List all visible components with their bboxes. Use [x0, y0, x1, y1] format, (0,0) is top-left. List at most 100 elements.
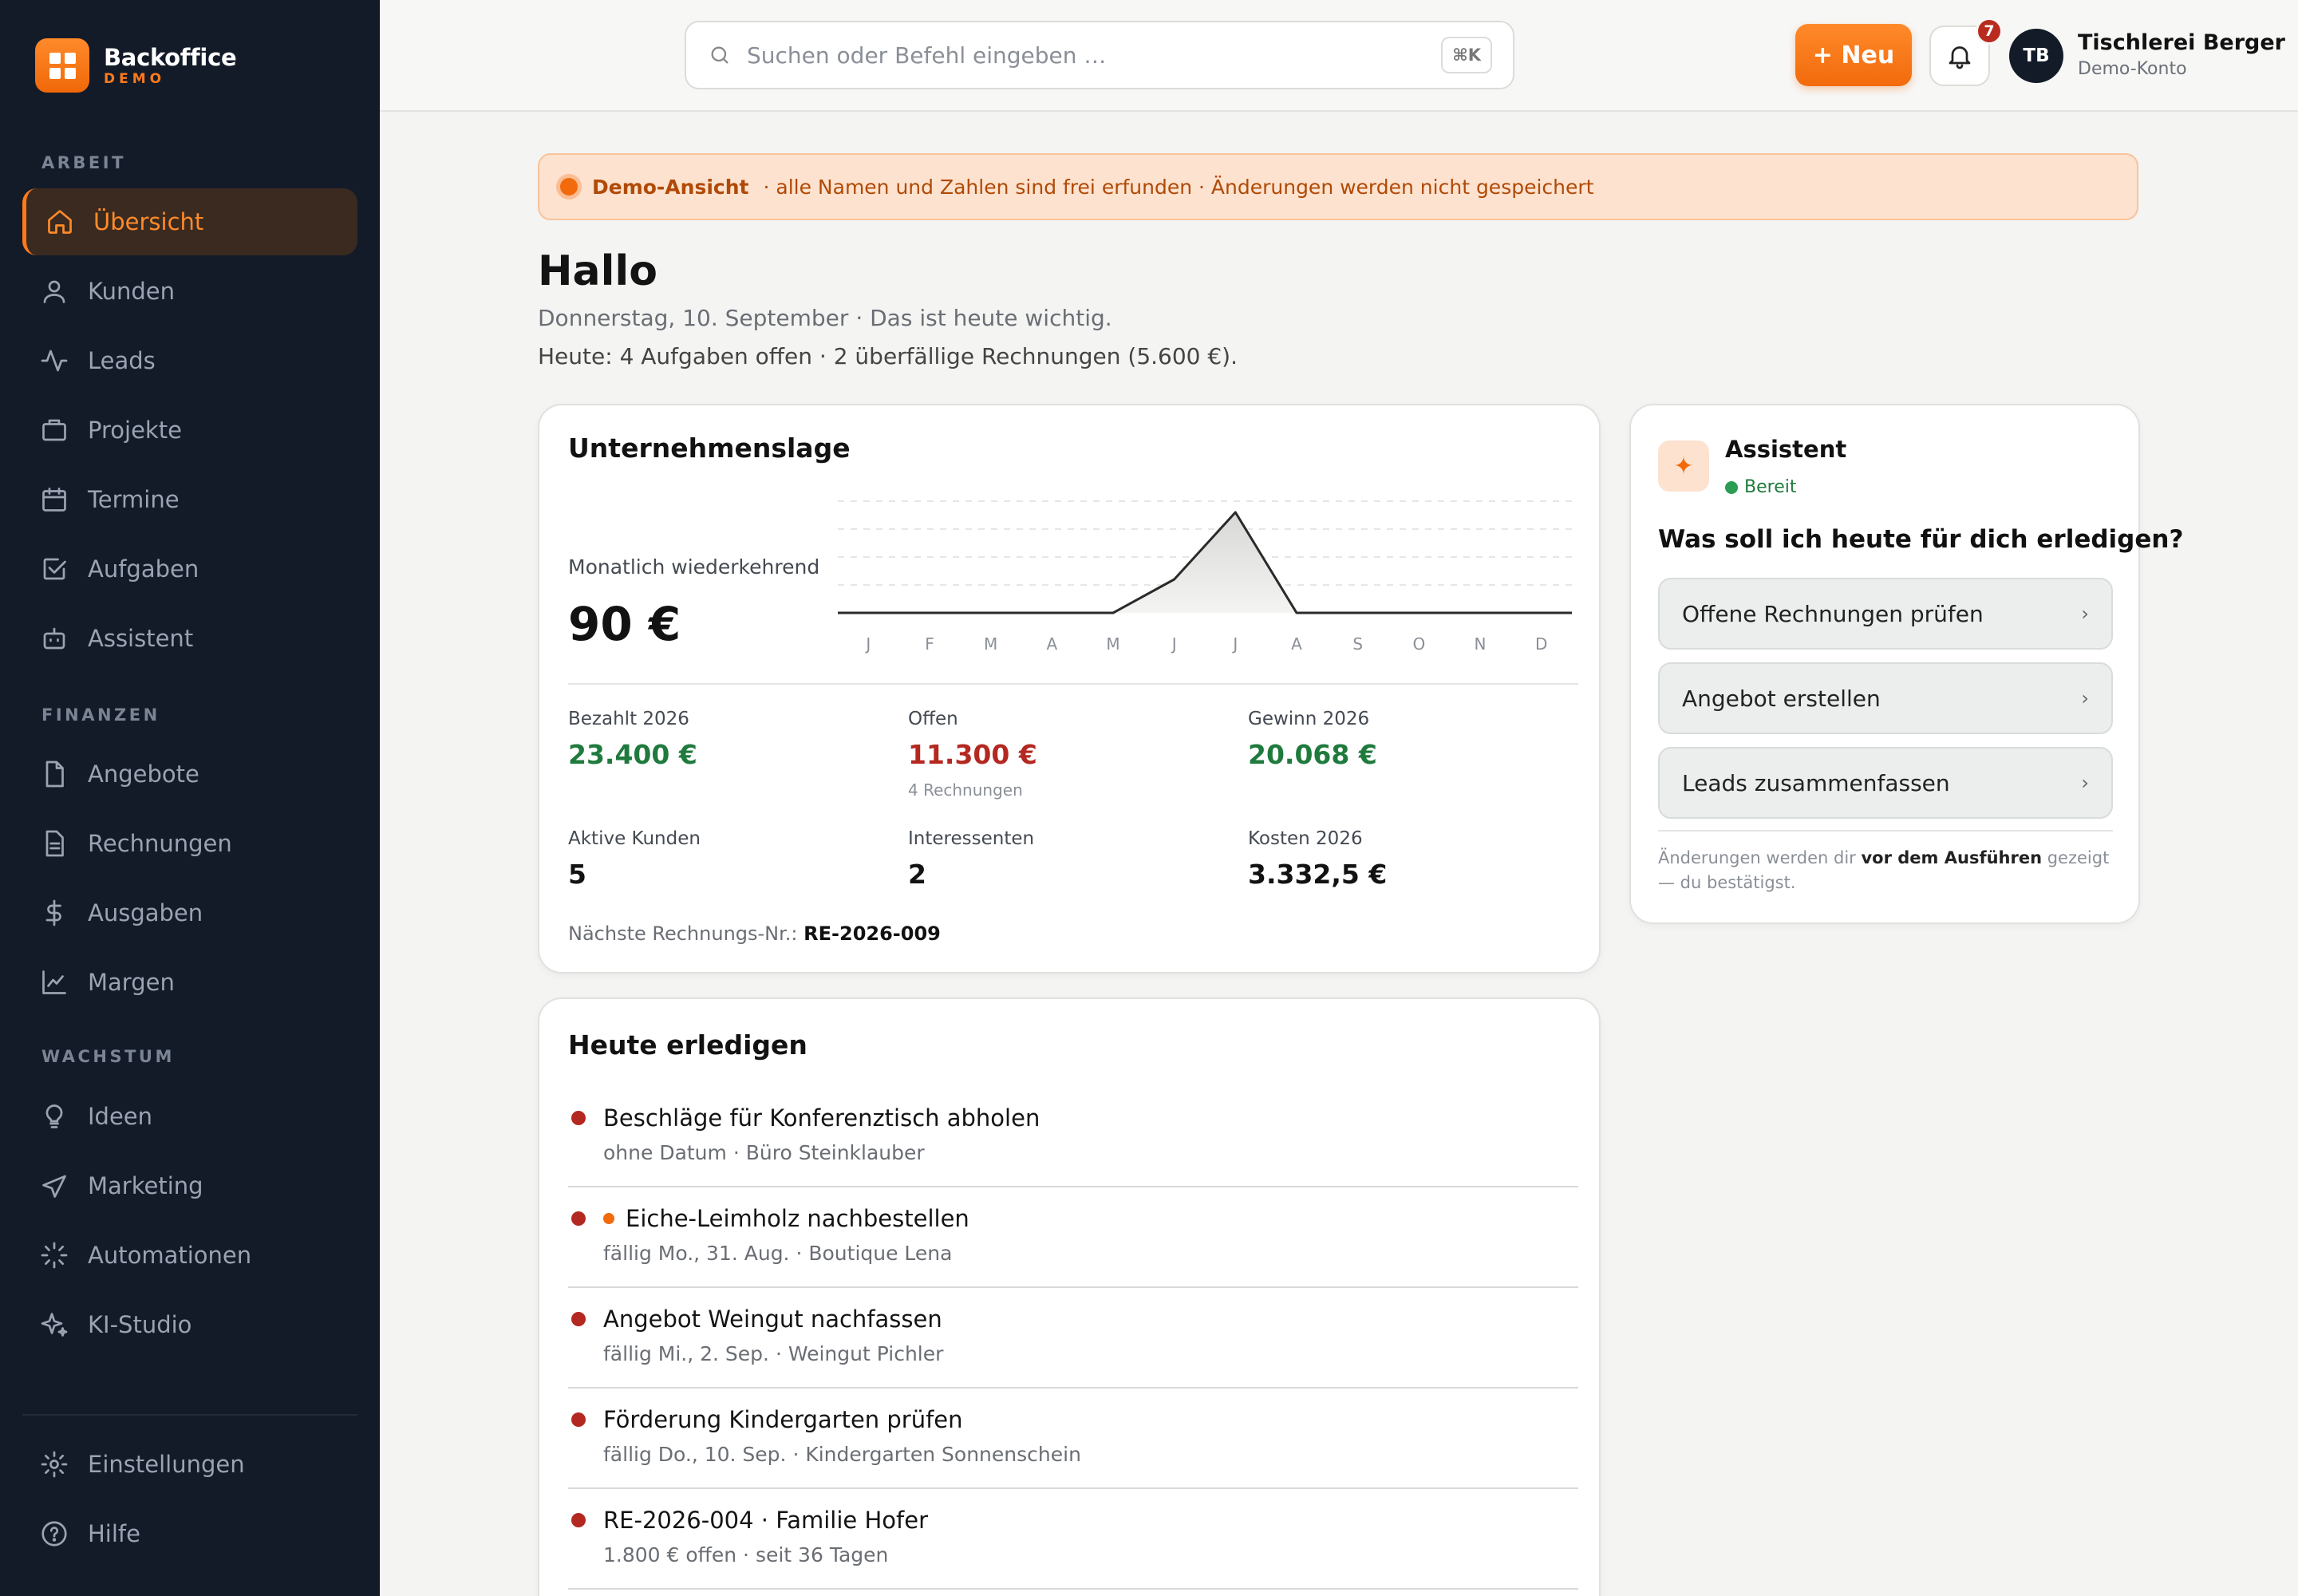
chevron-right-icon: ›	[2081, 772, 2089, 794]
task-meta: ohne Datum · Büro Steinklauber	[603, 1141, 925, 1164]
task-item[interactable]: RE-2026-004 · Familie Hofer 1.800 € offe…	[568, 1489, 1578, 1590]
sidebar-item-aufgaben[interactable]: Aufgaben	[22, 535, 357, 602]
sidebar-item-marketing[interactable]: Marketing	[22, 1152, 357, 1219]
demo-banner: Demo-Ansicht · alle Namen und Zahlen sin…	[538, 153, 2138, 220]
mrr-value: 90 €	[568, 597, 681, 651]
account-subtitle: Demo-Konto	[2078, 59, 2187, 79]
task-item[interactable]: Förderung Kindergarten prüfen fällig Do.…	[568, 1389, 1578, 1489]
sidebar-item-termine[interactable]: Termine	[22, 466, 357, 533]
overview-card: Unternehmenslage Monatlich wiederkehrend…	[538, 404, 1601, 974]
page-subtitle: Donnerstag, 10. September · Das ist heut…	[538, 305, 1112, 331]
sidebar-item-label: Marketing	[88, 1172, 203, 1199]
sidebar-item-label: Termine	[88, 486, 180, 513]
chevron-right-icon: ›	[2081, 687, 2089, 709]
avatar[interactable]: TB	[2009, 29, 2063, 83]
sidebar-item-label: KI-Studio	[88, 1311, 192, 1338]
task-title: RE-2026-004 · Familie Hofer	[603, 1507, 928, 1534]
sidebar-item-margen[interactable]: Margen	[22, 949, 357, 1016]
search-box[interactable]: ⌘K	[685, 21, 1514, 89]
sidebar-item-automationen[interactable]: Automationen	[22, 1222, 357, 1289]
sidebar-item-label: Assistent	[88, 625, 194, 652]
sparkle-icon: ✦	[1658, 440, 1709, 492]
next-invoice-value: RE-2026-009	[804, 922, 941, 945]
kpi-note-open: 4 Rechnungen	[908, 780, 1023, 800]
calendar-icon	[42, 488, 66, 512]
action-summarize-leads-button[interactable]: Leads zusammenfassen ›	[1658, 747, 2113, 819]
tasks-title: Heute erledigen	[568, 1029, 807, 1061]
assistant-card: ✦ Assistent Bereit Was soll ich heute fü…	[1629, 404, 2183, 924]
task-meta: fällig Mi., 2. Sep. · Weingut Pichler	[603, 1342, 944, 1365]
bot-icon	[43, 627, 65, 650]
action-label: Angebot erstellen	[1682, 685, 1881, 712]
search-icon	[711, 46, 728, 64]
sidebar-item-kunden[interactable]: Kunden	[22, 258, 357, 325]
kpi-value-profit: 20.068 €	[1248, 739, 1377, 770]
status-dot-icon	[1725, 480, 1738, 494]
task-title: Eiche-Leimholz nachbestellen	[603, 1205, 969, 1232]
sidebar-item-uebersicht[interactable]: Übersicht	[22, 188, 357, 255]
new-button[interactable]: + Neu	[1795, 24, 1912, 86]
brand[interactable]: Backoffice DEMO	[35, 38, 237, 93]
mrr-label: Monatlich wiederkehrend	[568, 555, 820, 579]
sidebar-item-label: Übersicht	[93, 208, 204, 235]
action-label: Leads zusammenfassen	[1682, 769, 1950, 796]
task-meta: fällig Do., 10. Sep. · Kindergarten Sonn…	[603, 1443, 1081, 1466]
chart-x-tick-label: J	[1231, 634, 1238, 654]
account-name[interactable]: Tischlerei Berger	[2078, 30, 2285, 55]
chart-x-tick-label: F	[925, 634, 934, 654]
brand-sub: DEMO	[104, 71, 166, 87]
sidebar-item-assistent[interactable]: Assistent	[22, 605, 357, 672]
sidebar-item-label: Margen	[88, 969, 175, 996]
kpi-label-costs: Kosten 2026	[1248, 828, 1363, 849]
checkbox-icon	[43, 558, 66, 580]
sidebar-item-ausgaben[interactable]: Ausgaben	[22, 879, 357, 946]
task-item[interactable]: Eiche-Leimholz nachbestellen fällig Mo.,…	[568, 1187, 1578, 1288]
bell-icon	[1949, 46, 1971, 69]
briefcase-icon	[42, 419, 66, 441]
task-item[interactable]: Beschläge für Konferenztisch abholen ohn…	[568, 1087, 1578, 1187]
kpi-label-paid: Bezahlt 2026	[568, 709, 689, 729]
banner-title: Demo-Ansicht	[592, 175, 749, 199]
sidebar-item-hilfe[interactable]: Hilfe	[22, 1500, 357, 1567]
lightbulb-icon	[45, 1104, 63, 1128]
assistant-divider	[1658, 830, 2113, 832]
task-title-text: Eiche-Leimholz nachbestellen	[626, 1205, 969, 1232]
action-check-invoices-button[interactable]: Offene Rechnungen prüfen ›	[1658, 578, 2113, 650]
kpi-label-open: Offen	[908, 709, 958, 729]
kpi-value-customers: 5	[568, 859, 586, 890]
sidebar: Backoffice DEMO ARBEIT Übersicht Kunden …	[0, 0, 380, 1596]
priority-dot-icon	[571, 1513, 586, 1527]
mrr-chart: JFMAMJJASOND	[838, 500, 1572, 654]
gear-icon	[41, 1451, 68, 1478]
task-title-text: RE-2026-004 · Familie Hofer	[603, 1507, 929, 1534]
sidebar-item-leads[interactable]: Leads	[22, 327, 357, 394]
priority-dot-icon	[571, 1211, 586, 1226]
search-input[interactable]	[747, 41, 1401, 69]
sidebar-item-rechnungen[interactable]: Rechnungen	[22, 810, 357, 877]
sidebar-item-projekte[interactable]: Projekte	[22, 397, 357, 464]
activity-icon	[41, 350, 68, 372]
task-meta: fällig Mo., 31. Aug. · Boutique Lena	[603, 1242, 953, 1265]
status-dot-icon	[560, 178, 578, 196]
task-title-text: Angebot Weingut nachfassen	[603, 1306, 942, 1333]
user-icon	[43, 280, 65, 303]
sidebar-item-label: Leads	[88, 347, 156, 374]
sidebar-item-einstellungen[interactable]: Einstellungen	[22, 1431, 357, 1498]
loader-icon	[41, 1242, 68, 1269]
sidebar-item-angebote[interactable]: Angebote	[22, 741, 357, 808]
chart-x-tick-label: M	[984, 634, 997, 654]
sidebar-item-ki-studio[interactable]: KI-Studio	[22, 1291, 357, 1358]
next-invoice-label: Nächste Rechnungs-Nr.:	[568, 922, 798, 945]
priority-dot-icon	[571, 1412, 586, 1427]
task-item[interactable]: Angebot Weingut nachfassen fällig Mi., 2…	[568, 1288, 1578, 1389]
sidebar-item-ideen[interactable]: Ideen	[22, 1083, 357, 1150]
priority-dot-icon	[571, 1111, 586, 1125]
chart-x-tick-label: D	[1535, 634, 1547, 654]
sidebar-item-label: Rechnungen	[88, 830, 232, 857]
action-create-offer-button[interactable]: Angebot erstellen ›	[1658, 662, 2113, 734]
task-title: Förderung Kindergarten prüfen	[603, 1406, 963, 1433]
send-icon	[42, 1175, 66, 1198]
chart-x-tick-label: S	[1352, 634, 1363, 654]
overview-title: Unternehmenslage	[568, 433, 851, 464]
sidebar-item-label: Hilfe	[88, 1520, 140, 1547]
